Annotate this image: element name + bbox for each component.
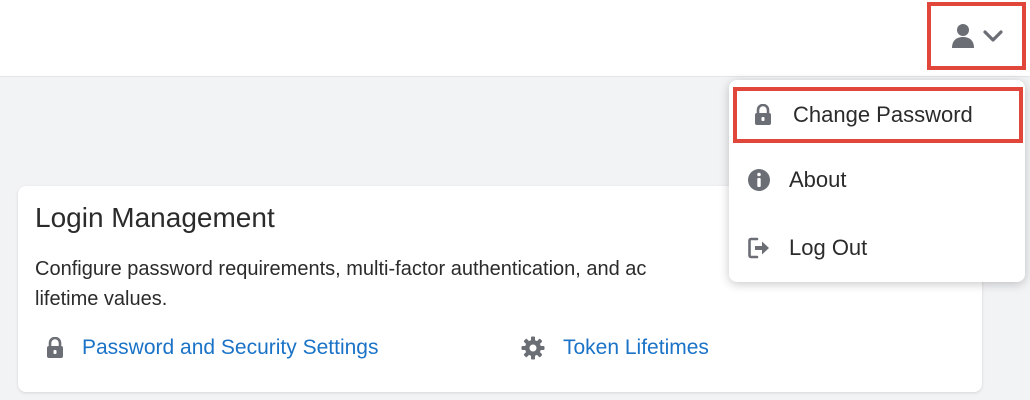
password-security-settings-label: Password and Security Settings xyxy=(82,336,379,359)
token-lifetimes-label: Token Lifetimes xyxy=(563,336,709,359)
card-description-line1: Configure password requirements, multi-f… xyxy=(35,258,647,280)
card-title: Login Management xyxy=(35,202,275,233)
card-description: Configure password requirements, multi-f… xyxy=(35,254,735,314)
menu-item-change-password[interactable]: Change Password xyxy=(733,87,1023,143)
chevron-down-icon xyxy=(982,29,1003,43)
menu-item-label: About xyxy=(789,167,847,192)
lock-icon xyxy=(46,337,64,359)
menu-item-label: Change Password xyxy=(793,102,973,127)
password-security-settings-link[interactable]: Password and Security Settings xyxy=(46,336,378,360)
lock-icon xyxy=(751,104,775,126)
user-icon xyxy=(951,23,975,49)
logout-icon xyxy=(747,236,771,260)
gear-icon xyxy=(521,336,545,360)
menu-item-log-out[interactable]: Log Out xyxy=(729,220,1025,276)
card-description-line2: lifetime values. xyxy=(35,288,168,310)
menu-item-about[interactable]: About xyxy=(729,152,1025,208)
user-dropdown-menu: Change Password About Log Out xyxy=(729,80,1025,282)
info-icon xyxy=(747,168,771,192)
user-menu-button[interactable] xyxy=(927,2,1026,70)
top-bar xyxy=(0,0,1030,77)
token-lifetimes-link[interactable]: Token Lifetimes xyxy=(521,336,709,360)
menu-item-label: Log Out xyxy=(789,235,868,260)
